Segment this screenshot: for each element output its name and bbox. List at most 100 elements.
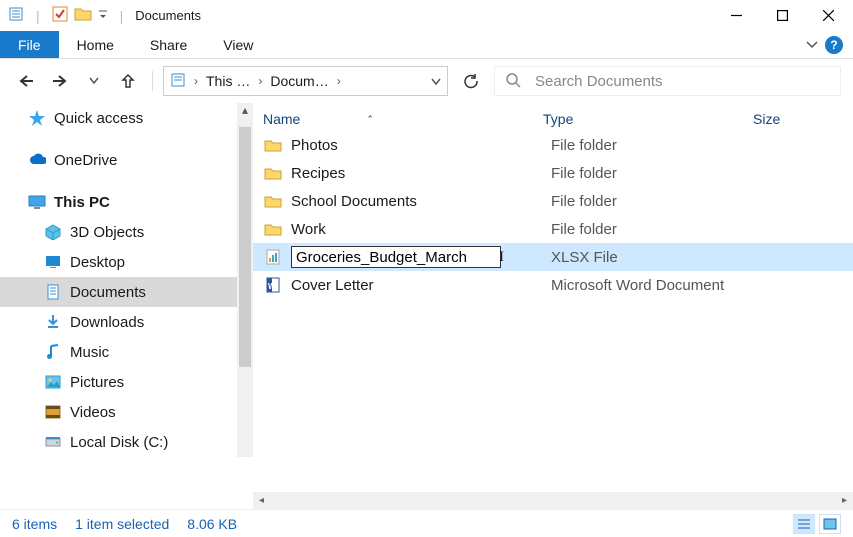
star-icon	[28, 109, 46, 127]
nav-quick-access[interactable]: Quick access	[0, 103, 237, 133]
nav-documents[interactable]: Documents	[0, 277, 237, 307]
close-button[interactable]	[805, 2, 851, 30]
forward-button[interactable]	[46, 67, 74, 95]
column-type[interactable]: Type	[543, 111, 753, 127]
svg-text:W: W	[268, 282, 276, 291]
file-type: Microsoft Word Document	[551, 277, 761, 294]
chevron-right-icon[interactable]: ›	[258, 74, 262, 88]
help-button[interactable]: ?	[825, 36, 843, 54]
tab-home[interactable]: Home	[59, 31, 132, 58]
nav-label: Pictures	[70, 374, 124, 391]
nav-label: OneDrive	[54, 152, 117, 169]
file-row[interactable]: School DocumentsFile folder	[253, 187, 853, 215]
scrollbar-thumb[interactable]	[239, 127, 251, 367]
ribbon-collapse-button[interactable]	[805, 37, 819, 53]
folder-icon	[263, 138, 283, 153]
sort-indicator-icon: ⌃	[366, 114, 374, 125]
column-headers: Name⌃ Type Size	[253, 103, 853, 131]
window-controls	[713, 2, 851, 30]
file-type: File folder	[551, 137, 761, 154]
separator: |	[120, 8, 124, 24]
file-row[interactable]: WorkFile folder	[253, 215, 853, 243]
file-row[interactable]: IXLSX File	[253, 243, 853, 271]
tab-share[interactable]: Share	[132, 31, 205, 58]
nav-label: Videos	[70, 404, 116, 421]
text-cursor-icon: I	[499, 249, 504, 266]
address-bar[interactable]: › This … › Docum… ›	[163, 66, 448, 96]
nav-pictures[interactable]: Pictures	[0, 367, 237, 397]
qat-dropdown-icon[interactable]	[98, 8, 108, 24]
file-type: File folder	[551, 165, 761, 182]
folder-icon[interactable]	[74, 6, 92, 25]
folder-icon	[263, 166, 283, 181]
recent-locations-button[interactable]	[80, 67, 108, 95]
breadcrumb-documents[interactable]: Docum…	[270, 73, 328, 89]
nav-label: Downloads	[70, 314, 144, 331]
navpane-scrollbar[interactable]: ▴	[237, 103, 253, 457]
nav-videos[interactable]: Videos	[0, 397, 237, 427]
separator: |	[36, 8, 40, 24]
content-pane: Name⌃ Type Size PhotosFile folderRecipes…	[253, 103, 853, 509]
file-name: Work	[291, 221, 551, 238]
file-row[interactable]: PhotosFile folder	[253, 131, 853, 159]
file-row[interactable]: W Cover LetterMicrosoft Word Document	[253, 271, 853, 299]
tab-view[interactable]: View	[205, 31, 271, 58]
nav-local-disk[interactable]: Local Disk (C:)	[0, 427, 237, 457]
checkmark-icon[interactable]	[52, 6, 68, 25]
column-name[interactable]: Name⌃	[263, 111, 543, 127]
refresh-button[interactable]	[454, 66, 488, 96]
nav-onedrive[interactable]: OneDrive	[0, 145, 237, 175]
navigation-pane: Quick access OneDrive This PC 3D Objects	[0, 103, 253, 509]
file-row[interactable]: RecipesFile folder	[253, 159, 853, 187]
ribbon: File Home Share View ?	[0, 31, 853, 59]
details-view-button[interactable]	[793, 514, 815, 534]
scroll-left-icon[interactable]: ◂	[253, 495, 270, 506]
nav-downloads[interactable]: Downloads	[0, 307, 237, 337]
search-icon	[505, 72, 521, 91]
nav-music[interactable]: Music	[0, 337, 237, 367]
status-item-count: 6 items	[12, 516, 57, 532]
maximize-button[interactable]	[759, 2, 805, 30]
minimize-button[interactable]	[713, 2, 759, 30]
scroll-right-icon[interactable]: ▸	[836, 495, 853, 506]
chevron-right-icon[interactable]: ›	[194, 74, 198, 88]
window-title: Documents	[135, 8, 201, 23]
file-name: School Documents	[291, 193, 551, 210]
nav-desktop[interactable]: Desktop	[0, 247, 237, 277]
nav-label: Music	[70, 344, 109, 361]
location-icon	[170, 72, 186, 91]
rename-input[interactable]	[291, 246, 501, 268]
properties-icon[interactable]	[8, 6, 24, 25]
file-name: Recipes	[291, 165, 551, 182]
back-button[interactable]	[12, 67, 40, 95]
scroll-up-icon[interactable]: ▴	[242, 103, 248, 117]
monitor-icon	[28, 193, 46, 211]
nav-3d-objects[interactable]: 3D Objects	[0, 217, 237, 247]
address-dropdown-button[interactable]	[431, 73, 441, 89]
quick-access-toolbar: | |	[8, 6, 129, 25]
column-size[interactable]: Size	[753, 111, 843, 127]
music-icon	[44, 343, 62, 361]
xlsx-icon	[263, 249, 283, 265]
title-bar: | | Documents	[0, 0, 853, 31]
thumbnails-view-button[interactable]	[819, 514, 841, 534]
up-button[interactable]	[114, 67, 142, 95]
search-box[interactable]	[494, 66, 841, 96]
file-type: File folder	[551, 193, 761, 210]
file-name: Photos	[291, 137, 551, 154]
drive-icon	[44, 433, 62, 451]
content-hscrollbar[interactable]: ◂ ▸	[253, 492, 853, 509]
breadcrumb-thispc[interactable]: This …	[206, 73, 250, 89]
file-tab[interactable]: File	[0, 31, 59, 58]
separator	[152, 71, 153, 91]
status-selected-count: 1 item selected	[75, 516, 169, 532]
chevron-right-icon[interactable]: ›	[337, 74, 341, 88]
videos-icon	[44, 403, 62, 421]
nav-label: Local Disk (C:)	[70, 434, 168, 451]
docx-icon: W	[263, 277, 283, 293]
status-selected-size: 8.06 KB	[187, 516, 237, 532]
file-name: Cover Letter	[291, 277, 551, 294]
search-input[interactable]	[535, 73, 830, 90]
nav-label: Quick access	[54, 110, 143, 127]
nav-this-pc[interactable]: This PC	[0, 187, 237, 217]
